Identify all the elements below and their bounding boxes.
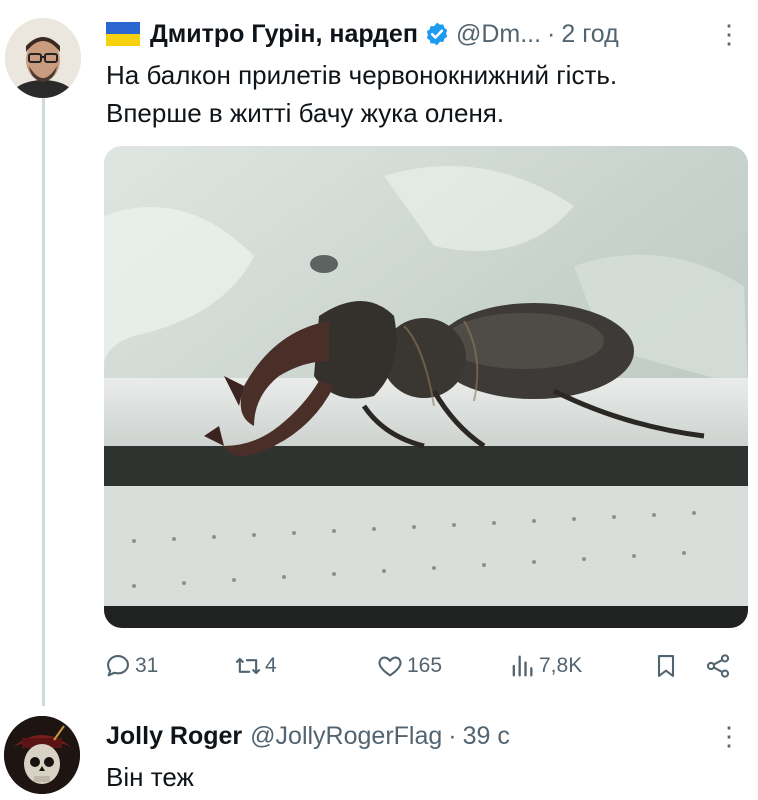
reply-button[interactable]: 31 (104, 648, 158, 684)
share-icon (706, 654, 730, 678)
tweet-media-image[interactable] (104, 146, 748, 628)
bookmark-button[interactable] (652, 648, 683, 684)
stag-beetle-photo (104, 146, 748, 628)
reply-tweet[interactable]: Jolly Roger @JollyRogerFlag · 39 с ⋮ Він… (106, 716, 748, 796)
reply-icon (107, 655, 129, 677)
tweet-text-line: На балкон прилетів червонокнижний гість. (106, 60, 618, 90)
reply-author-name[interactable]: Jolly Roger (106, 722, 242, 751)
retweet-icon (235, 657, 261, 675)
like-count: 165 (407, 654, 443, 677)
author-handle[interactable]: @Dm... (456, 20, 541, 49)
more-options-icon[interactable]: ⋮ (716, 21, 742, 47)
share-button[interactable] (704, 648, 735, 684)
reply-count: 31 (135, 654, 159, 677)
retweet-button[interactable]: 4 (234, 648, 277, 684)
thread-line (42, 96, 45, 706)
tweet-timestamp[interactable]: 2 год (561, 20, 618, 49)
author-avatar-image (5, 18, 81, 98)
tweet-text-line: Вперше в житті бачу жука оленя. (106, 98, 505, 128)
bookmark-icon (657, 655, 675, 677)
tweet-action-bar: 31 4 165 7,8K (104, 648, 744, 684)
tweet-header: Дмитро Гурін, нардеп @Dm... · 2 год ⋮ (106, 14, 748, 54)
separator-dot: · (448, 721, 457, 750)
reply-timestamp[interactable]: 39 с (463, 722, 510, 751)
retweet-count: 4 (265, 654, 277, 677)
author-avatar[interactable] (5, 18, 81, 98)
analytics-icon (512, 655, 533, 677)
author-name[interactable]: Дмитро Гурін, нардеп (150, 20, 418, 49)
heart-icon (378, 656, 402, 677)
tweet-text: На балкон прилетів червонокнижний гість.… (106, 56, 748, 132)
jolly-roger-skull-avatar-image (4, 716, 80, 794)
reply-header: Jolly Roger @JollyRogerFlag · 39 с ⋮ (106, 716, 748, 756)
tweet[interactable]: Дмитро Гурін, нардеп @Dm... · 2 год ⋮ На… (106, 14, 748, 132)
views-button[interactable]: 7,8K (508, 648, 582, 684)
separator-dot: · (547, 19, 556, 48)
verified-badge-icon (426, 22, 448, 46)
reply-text: Він теж (106, 762, 194, 792)
reply-author-avatar[interactable] (4, 716, 80, 794)
reply-author-handle[interactable]: @JollyRogerFlag (250, 722, 442, 751)
like-button[interactable]: 165 (376, 648, 442, 684)
more-options-icon[interactable]: ⋮ (716, 723, 742, 749)
flag-ukraine-icon (106, 22, 140, 46)
views-count: 7,8K (539, 654, 583, 677)
